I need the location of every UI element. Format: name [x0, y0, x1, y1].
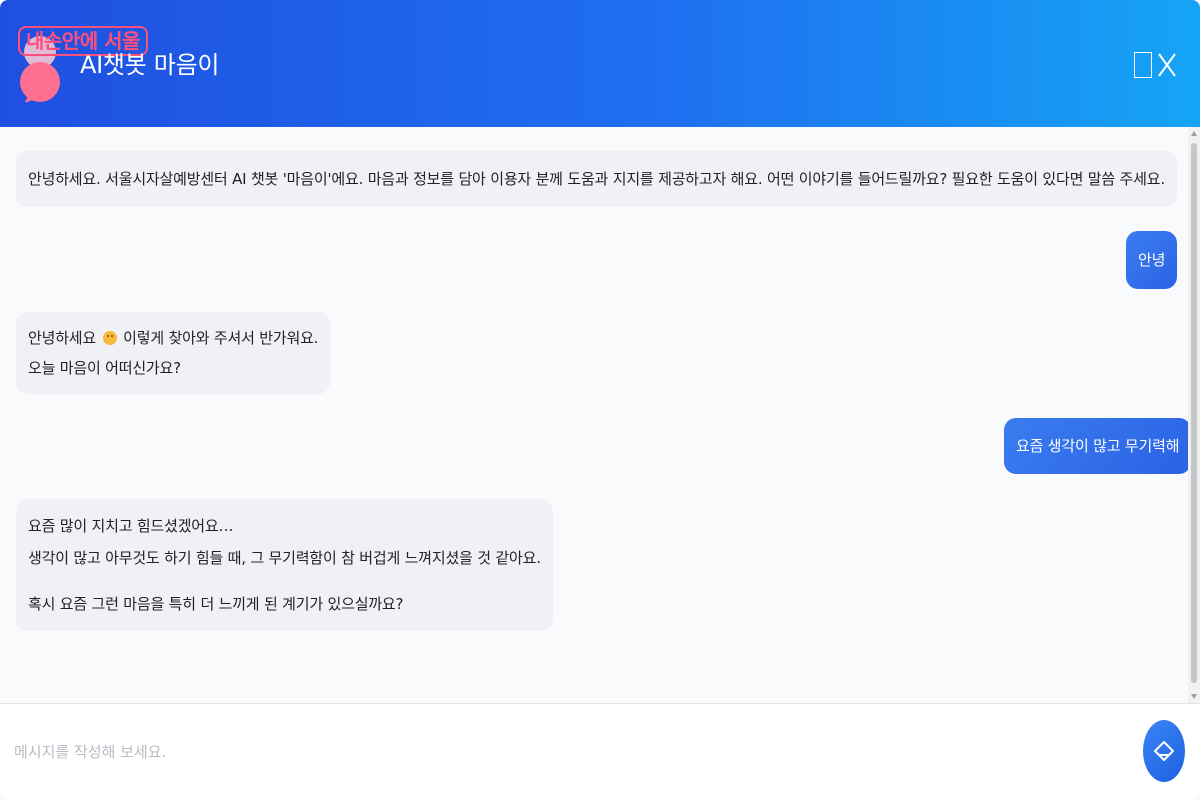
bot-message: 요즘 많이 지치고 힘드셨겠어요… 생각이 많고 아무것도 하기 힘들 때, 그…	[16, 499, 553, 631]
message-line: 안녕하세요 이렇게 찾아와 주셔서 반가워요.	[28, 323, 318, 353]
header-controls	[1134, 50, 1178, 80]
message-text: 생각이 많고 아무것도 하기 힘들 때, 그 무기력함이 참 버겁게 느껴지셨을…	[28, 549, 541, 567]
message-text: 이렇게 찾아와 주셔서 반가워요.	[123, 329, 319, 347]
message-text: 안녕하세요	[28, 329, 97, 347]
square-icon[interactable]	[1134, 52, 1152, 78]
message-text: 안녕하세요. 서울시자살예방센터 AI 챗봇 '마음이'에요. 마음과 정보를 …	[28, 170, 1165, 188]
scroll-down-arrow-icon[interactable]	[1191, 694, 1197, 699]
scroll-thumb[interactable]	[1191, 143, 1197, 683]
user-message: 안녕	[1126, 231, 1178, 289]
user-message: 요즘 생각이 많고 무기력해	[1004, 418, 1192, 474]
send-icon	[1154, 741, 1174, 761]
chat-scrollbar[interactable]	[1188, 127, 1200, 703]
message-text: 혹시 요즘 그런 마음을 특히 더 느끼게 된 계기가 있으실까요?	[28, 595, 404, 613]
bot-message: 안녕하세요 이렇게 찾아와 주셔서 반가워요. 오늘 마음이 어떠신가요?	[16, 312, 331, 394]
chat-header: 내손안에 서울 AI챗봇 마음이	[0, 0, 1200, 127]
message-input[interactable]	[14, 732, 1124, 772]
message-text: 요즘 많이 지치고 힘드셨겠어요…	[28, 517, 234, 535]
bot-message: 안녕하세요. 서울시자살예방센터 AI 챗봇 '마음이'에요. 마음과 정보를 …	[16, 151, 1177, 207]
smiling-face-emoji-icon	[102, 331, 117, 345]
page-title: AI챗봇 마음이	[80, 51, 220, 79]
message-spacer	[28, 574, 541, 588]
scroll-up-arrow-icon[interactable]	[1191, 131, 1197, 136]
chatbot-window: 내손안에 서울 AI챗봇 마음이 안녕하세요. 서울시자살예방센터 AI 챗봇 …	[0, 0, 1200, 800]
message-text: 요즘 생각이 많고 무기력해	[1016, 437, 1180, 455]
message-text: 오늘 마음이 어떠신가요?	[28, 359, 181, 377]
close-icon[interactable]	[1156, 50, 1178, 80]
chat-messages: 안녕하세요. 서울시자살예방센터 AI 챗봇 '마음이'에요. 마음과 정보를 …	[0, 127, 1200, 703]
message-composer	[0, 703, 1200, 800]
send-button[interactable]	[1143, 720, 1185, 782]
message-text: 안녕	[1138, 251, 1166, 269]
